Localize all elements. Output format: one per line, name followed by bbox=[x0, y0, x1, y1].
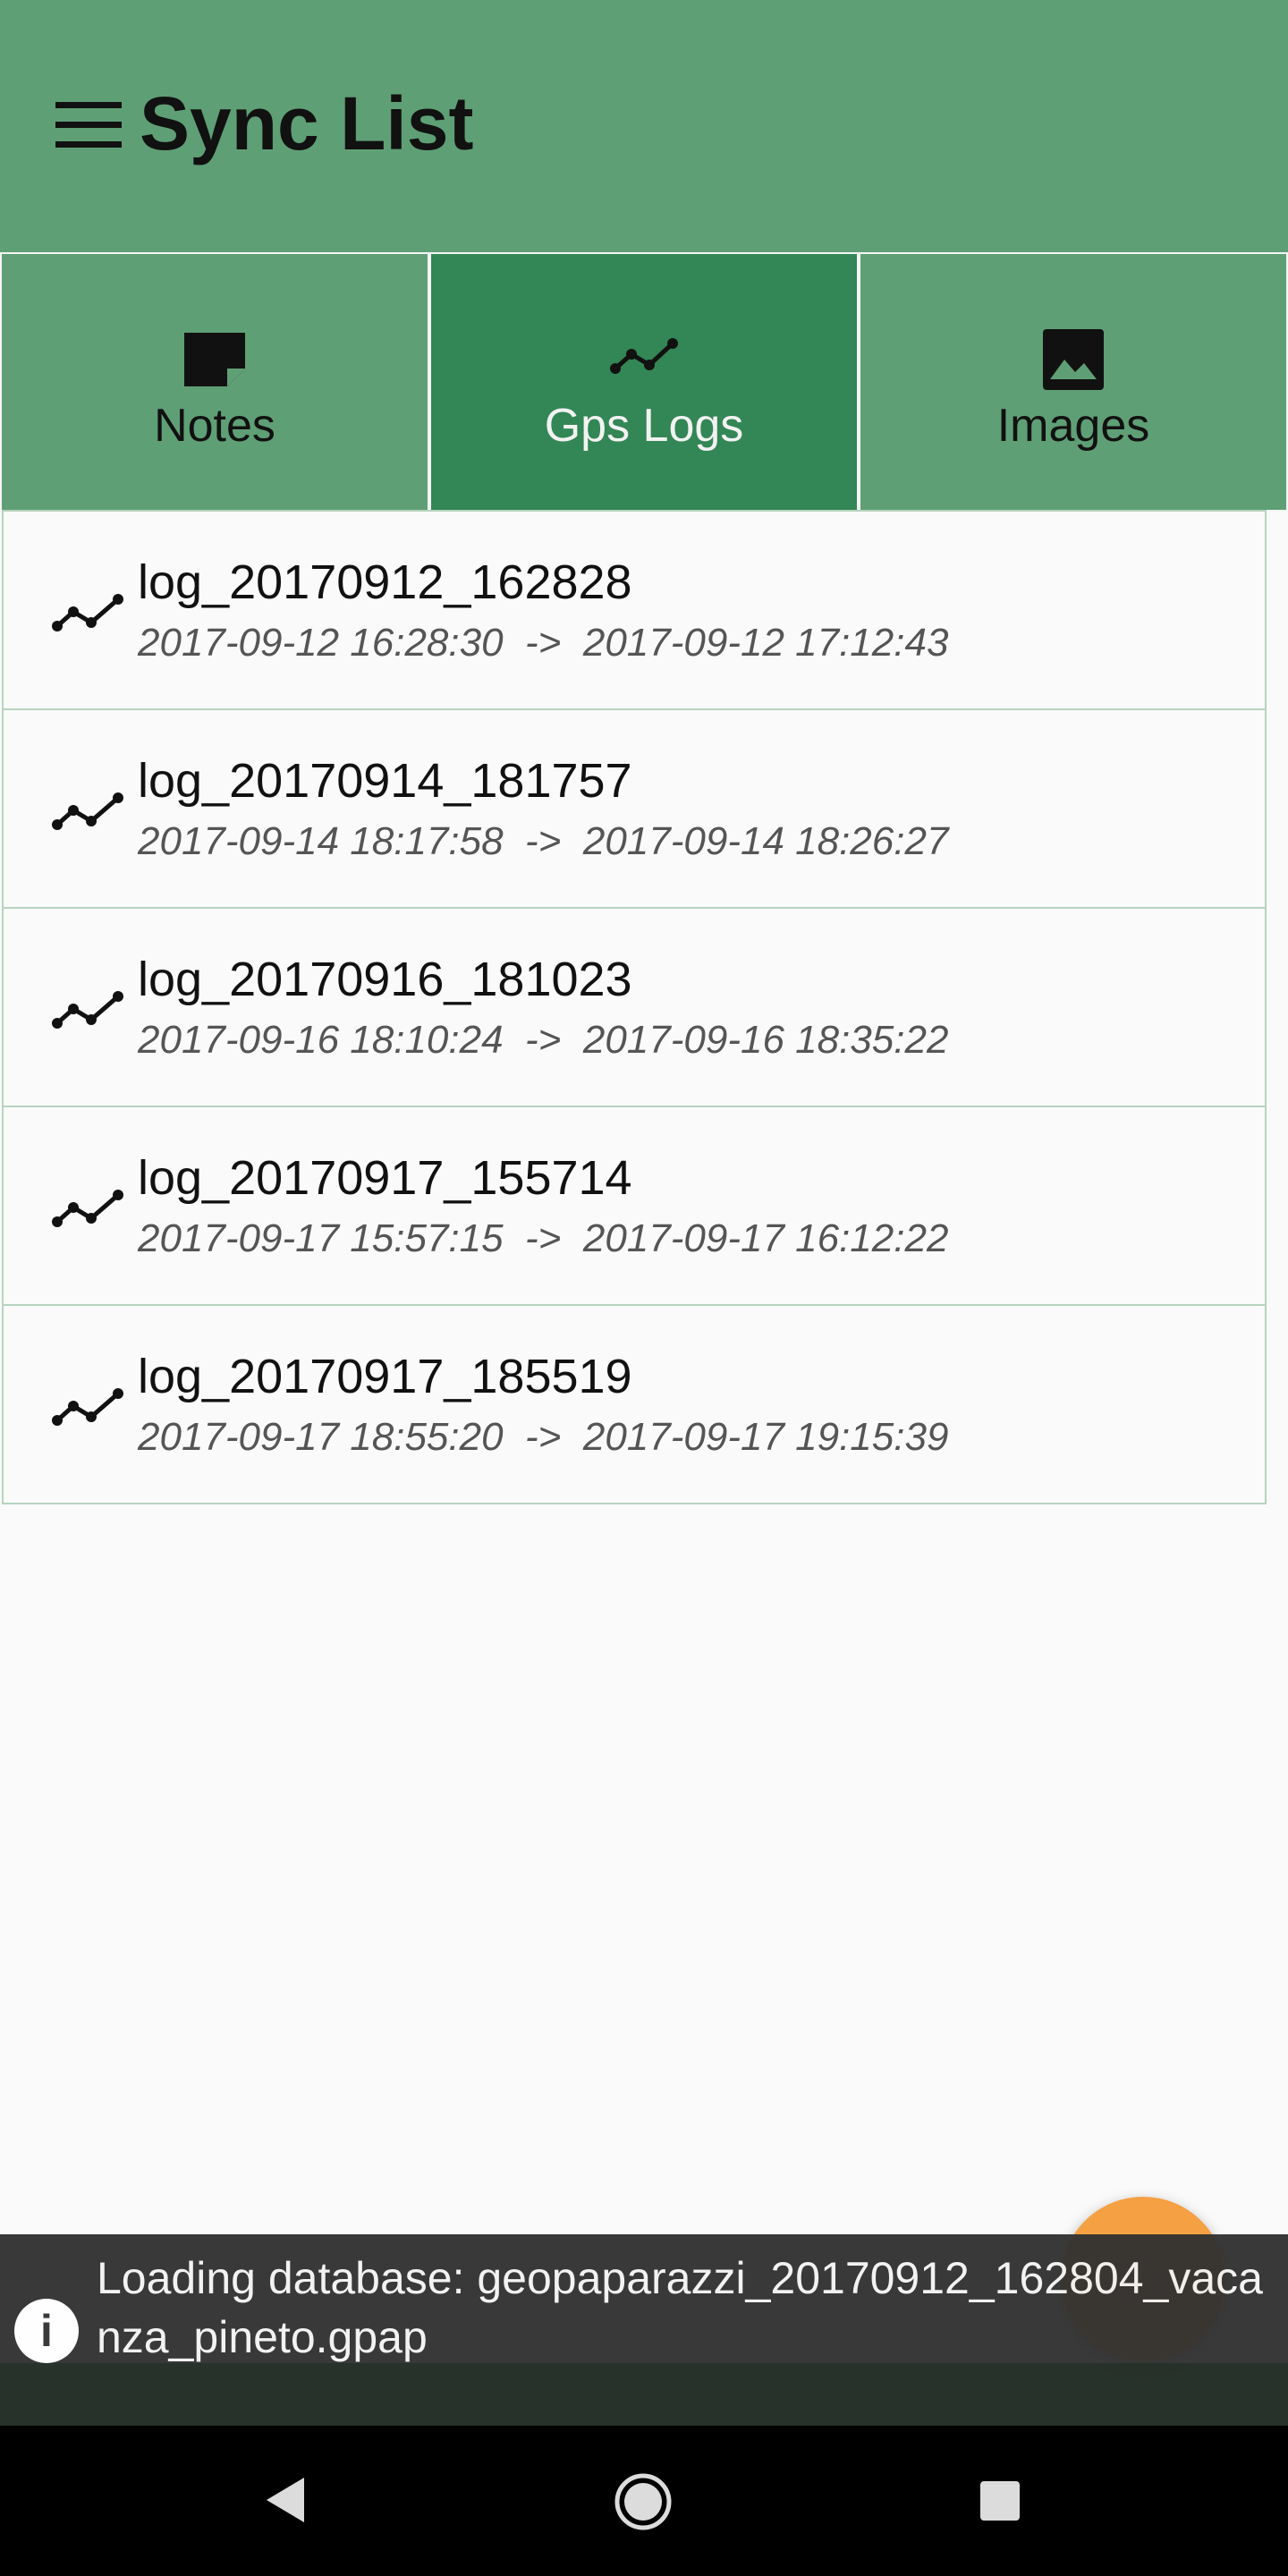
tab-label: Images bbox=[996, 400, 1150, 452]
tab-gps-logs[interactable]: Gps Logs bbox=[429, 252, 859, 512]
list-item[interactable]: log_20170912_162828 2017-09-12 16:28:30 … bbox=[2, 510, 1267, 710]
timeline-icon bbox=[52, 1388, 123, 1426]
log-name: log_20170914_181757 bbox=[138, 754, 632, 808]
home-icon[interactable] bbox=[614, 2472, 673, 2531]
back-icon[interactable] bbox=[265, 2476, 306, 2524]
log-name: log_20170917_155714 bbox=[138, 1151, 632, 1205]
tab-label: Notes bbox=[154, 400, 275, 452]
page-title: Sync List bbox=[140, 81, 474, 165]
note-icon bbox=[184, 333, 245, 386]
log-name: log_20170916_181023 bbox=[138, 953, 632, 1006]
tab-bar: Notes Gps Logs Images bbox=[0, 252, 1288, 512]
tab-images[interactable]: Images bbox=[859, 252, 1288, 512]
log-dates: 2017-09-17 18:55:20 -> 2017-09-17 19:15:… bbox=[138, 1415, 949, 1459]
system-nav-bar bbox=[0, 2426, 1288, 2576]
info-icon: i bbox=[14, 2299, 79, 2363]
log-dates: 2017-09-16 18:10:24 -> 2017-09-16 18:35:… bbox=[138, 1018, 949, 1062]
list-item[interactable]: log_20170917_155714 2017-09-17 15:57:15 … bbox=[2, 1106, 1267, 1306]
log-dates: 2017-09-17 15:57:15 -> 2017-09-17 16:12:… bbox=[138, 1216, 949, 1260]
list-item[interactable]: log_20170916_181023 2017-09-16 18:10:24 … bbox=[2, 907, 1267, 1107]
timeline-icon bbox=[52, 991, 123, 1029]
image-icon bbox=[1043, 329, 1104, 390]
timeline-icon bbox=[52, 1190, 123, 1227]
snackbar-message: Loading database: geopaparazzi_20170912_… bbox=[97, 2253, 1263, 2362]
log-name: log_20170912_162828 bbox=[138, 555, 632, 609]
tab-label: Gps Logs bbox=[544, 400, 744, 452]
list-item[interactable]: log_20170914_181757 2017-09-14 18:17:58 … bbox=[2, 708, 1267, 909]
tab-notes[interactable]: Notes bbox=[0, 252, 429, 512]
menu-icon[interactable] bbox=[54, 100, 123, 150]
snackbar: i Loading database: geopaparazzi_2017091… bbox=[0, 2234, 1288, 2426]
timeline-icon bbox=[52, 594, 123, 631]
log-dates: 2017-09-12 16:28:30 -> 2017-09-12 17:12:… bbox=[138, 621, 949, 665]
list-item[interactable]: log_20170917_185519 2017-09-17 18:55:20 … bbox=[2, 1304, 1267, 1504]
log-name: log_20170917_185519 bbox=[138, 1350, 632, 1403]
timeline-icon bbox=[610, 338, 678, 374]
timeline-icon bbox=[52, 792, 123, 830]
recents-icon[interactable] bbox=[980, 2481, 1020, 2521]
gps-log-list: log_20170912_162828 2017-09-12 16:28:30 … bbox=[2, 510, 1267, 1504]
log-dates: 2017-09-14 18:17:58 -> 2017-09-14 18:26:… bbox=[138, 819, 949, 863]
app-bar: Sync List bbox=[0, 0, 1288, 252]
